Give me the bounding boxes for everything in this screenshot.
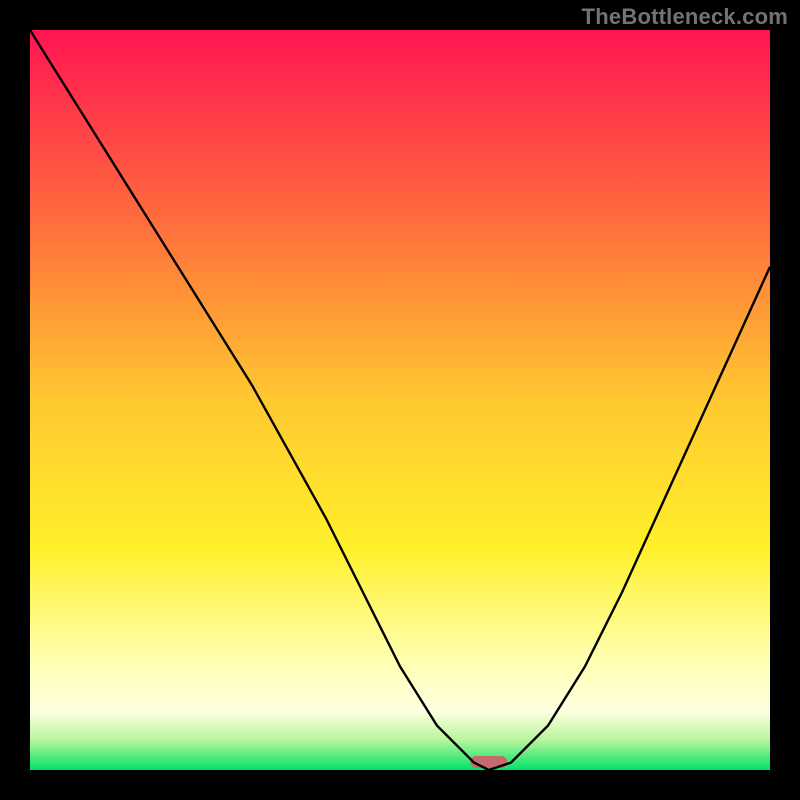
plot-area <box>30 30 770 770</box>
chart-frame: TheBottleneck.com <box>0 0 800 800</box>
gradient-background <box>30 30 770 770</box>
watermark-text: TheBottleneck.com <box>582 4 788 30</box>
bottleneck-chart <box>30 30 770 770</box>
